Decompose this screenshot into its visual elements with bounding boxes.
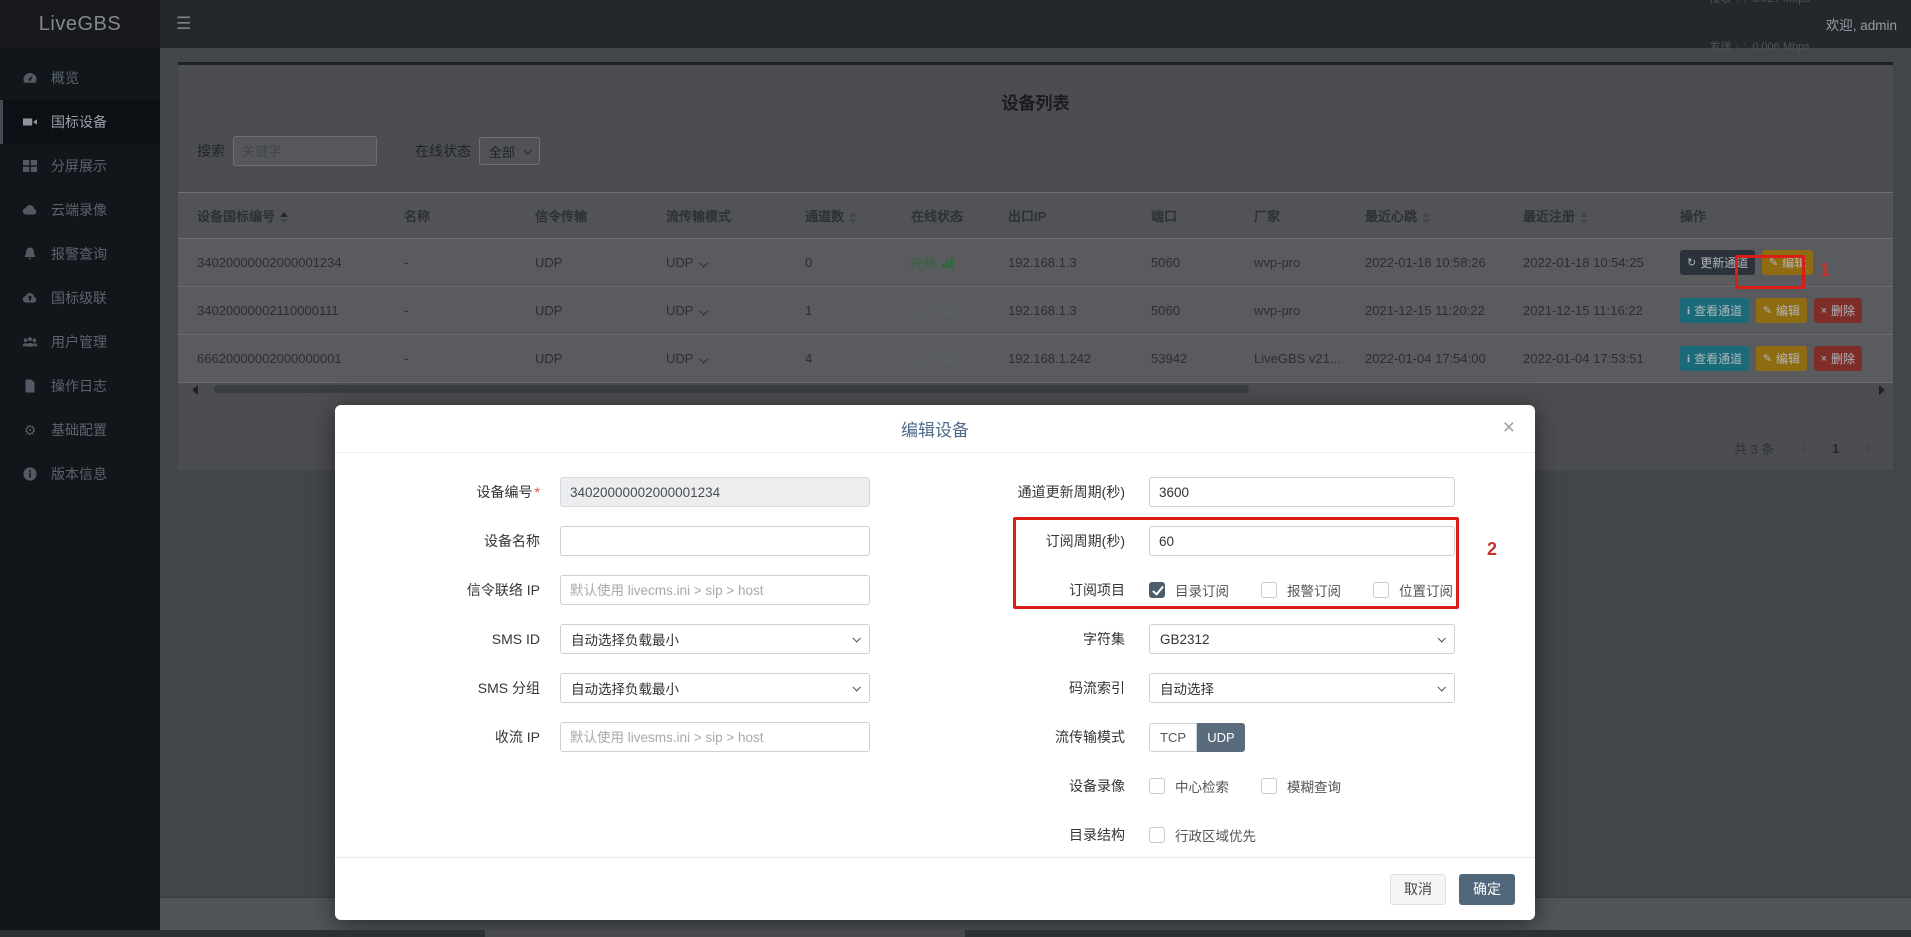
field-stream-index: 码流索引 自动选择 (895, 673, 1515, 703)
admin-region-first-checkbox[interactable] (1149, 827, 1165, 843)
sms-group-label: SMS 分组 (335, 678, 540, 698)
channel-refresh-label: 通道更新周期(秒) (895, 482, 1125, 502)
sms-group-value: 自动选择负载最小 (571, 678, 679, 698)
stream-mode-segmented: TCP UDP (1149, 723, 1245, 752)
field-sms-group: SMS 分组 自动选择负载最小 (335, 673, 895, 703)
charset-label: 字符集 (895, 629, 1125, 649)
field-device-id: 设备编号* (335, 477, 895, 507)
stream-index-label: 码流索引 (895, 678, 1125, 698)
recv-stream-ip-label: 收流 IP (335, 727, 540, 747)
sip-contact-ip-label: 信令联络 IP (335, 580, 540, 600)
chevron-down-icon (852, 683, 860, 691)
annotation-step2-box (1013, 517, 1459, 609)
sms-id-select[interactable]: 自动选择负载最小 (560, 624, 870, 654)
dir-structure-label: 目录结构 (895, 825, 1125, 845)
edit-device-modal: 编辑设备 × 设备编号* 设备名称 信令联络 IP SMS ID (335, 405, 1535, 920)
sms-group-select[interactable]: 自动选择负载最小 (560, 673, 870, 703)
field-stream-mode: 流传输模式 TCP UDP (895, 722, 1515, 752)
device-name-label: 设备名称 (335, 531, 540, 551)
charset-select[interactable]: GB2312 (1149, 624, 1455, 654)
modal-body: 设备编号* 设备名称 信令联络 IP SMS ID 自动选择负载最小 SMS 分… (335, 453, 1535, 477)
field-dir-structure: 目录结构 行政区域优先 (895, 820, 1515, 850)
sms-id-label: SMS ID (335, 631, 540, 647)
stream-index-value: 自动选择 (1160, 678, 1214, 698)
sms-id-value: 自动选择负载最小 (571, 629, 679, 649)
field-charset: 字符集 GB2312 (895, 624, 1515, 654)
device-record-label: 设备录像 (895, 776, 1125, 796)
channel-refresh-input[interactable] (1149, 477, 1455, 507)
device-name-input[interactable] (560, 526, 870, 556)
charset-value: GB2312 (1160, 632, 1210, 647)
scrollbar-thumb[interactable] (485, 930, 965, 937)
center-search-label: 中心检索 (1175, 776, 1229, 796)
chevron-down-icon (852, 634, 860, 642)
annotation-step1-number: 1 (1820, 260, 1830, 281)
modal-title: 编辑设备 (901, 416, 969, 441)
modal-footer: 取消 确定 (335, 857, 1535, 920)
modal-left-column: 设备编号* 设备名称 信令联络 IP SMS ID 自动选择负载最小 SMS 分… (335, 477, 895, 771)
fuzzy-query-label: 模糊查询 (1287, 776, 1341, 796)
annotation-step2-number: 2 (1487, 539, 1497, 560)
modal-header: 编辑设备 × (335, 405, 1535, 453)
udp-option[interactable]: UDP (1197, 723, 1245, 752)
cancel-button[interactable]: 取消 (1390, 874, 1446, 905)
close-icon[interactable]: × (1503, 417, 1515, 438)
field-device-record: 设备录像 中心检索 模糊查询 (895, 771, 1515, 801)
device-id-input (560, 477, 870, 507)
field-sms-id: SMS ID 自动选择负载最小 (335, 624, 895, 654)
field-sip-ip: 信令联络 IP (335, 575, 895, 605)
required-asterisk: * (535, 484, 540, 500)
fuzzy-query-checkbox[interactable] (1261, 778, 1277, 794)
confirm-button[interactable]: 确定 (1459, 874, 1515, 905)
stream-index-select[interactable]: 自动选择 (1149, 673, 1455, 703)
field-device-name: 设备名称 (335, 526, 895, 556)
recv-stream-ip-input[interactable] (560, 722, 870, 752)
center-search-checkbox[interactable] (1149, 778, 1165, 794)
sip-contact-ip-input[interactable] (560, 575, 870, 605)
annotation-step1-box (1735, 255, 1805, 289)
device-id-label: 设备编号 (477, 484, 533, 500)
field-recv-ip: 收流 IP (335, 722, 895, 752)
chevron-down-icon (1437, 683, 1445, 691)
window-horizontal-scrollbar[interactable] (0, 930, 1911, 937)
chevron-down-icon (1437, 634, 1445, 642)
livegbs-app: LiveGBS 概览 国标设备 分屏展示 云端录像 报警查询 (0, 0, 1911, 937)
admin-region-first-label: 行政区域优先 (1175, 825, 1256, 845)
tcp-option[interactable]: TCP (1149, 723, 1197, 752)
stream-mode-label: 流传输模式 (895, 727, 1125, 747)
field-channel-refresh: 通道更新周期(秒) (895, 477, 1515, 507)
